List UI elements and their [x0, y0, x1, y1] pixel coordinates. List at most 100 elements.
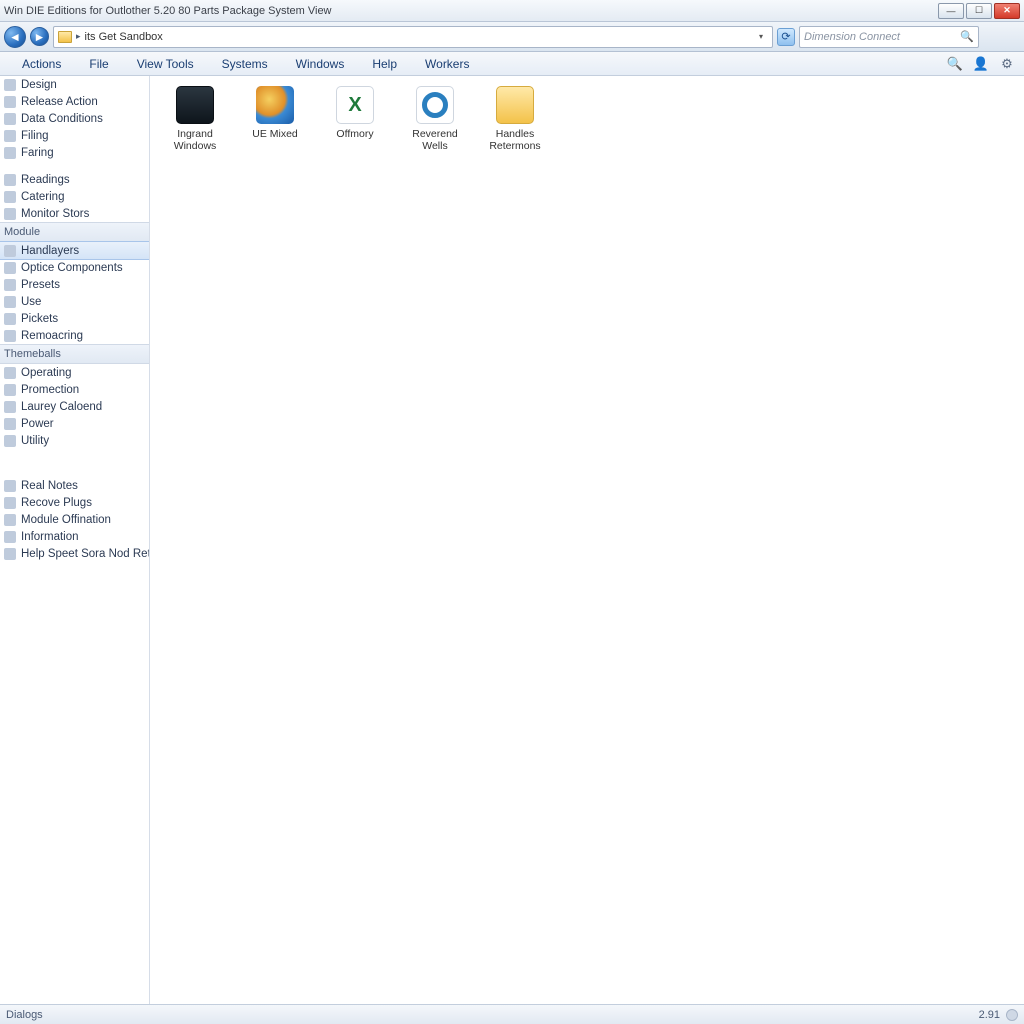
app-launcher-item[interactable]: ReverendWells: [402, 86, 468, 152]
sidebar-item-label: Real Notes: [21, 480, 78, 492]
sidebar-item[interactable]: Laurey Caloend: [0, 398, 149, 415]
sidebar-item[interactable]: Module Offination: [0, 511, 149, 528]
search-icon: 🔍: [960, 30, 974, 43]
address-dropdown-icon[interactable]: ▾: [754, 27, 768, 47]
search-placeholder: Dimension Connect: [804, 31, 900, 43]
sidebar-item-icon: [4, 191, 16, 203]
app-globe-icon: [256, 86, 294, 124]
search-input[interactable]: Dimension Connect 🔍: [799, 26, 979, 48]
menu-help[interactable]: Help: [358, 52, 411, 75]
refresh-button[interactable]: ⟳: [777, 28, 795, 46]
app-launcher-item[interactable]: HandlesRetermons: [482, 86, 548, 152]
minimize-button[interactable]: —: [938, 3, 964, 19]
address-path: its Get Sandbox: [85, 31, 163, 43]
sidebar-item-icon: [4, 367, 16, 379]
sidebar-item-label: Utility: [21, 435, 49, 447]
status-right: 2.91: [979, 1009, 1000, 1021]
app-excel-icon: [336, 86, 374, 124]
window-title: Win DIE Editions for Outlother 5.20 80 P…: [4, 5, 938, 17]
toolbar-search-icon[interactable]: 🔍: [946, 55, 964, 73]
sidebar-item[interactable]: Handlayers: [0, 241, 149, 260]
sidebar-item-label: Information: [21, 531, 79, 543]
menu-systems[interactable]: Systems: [208, 52, 282, 75]
sidebar-item-label: Handlayers: [21, 245, 79, 257]
app-label: Windows: [174, 140, 217, 152]
sidebar-item-icon: [4, 480, 16, 492]
sidebar-section-header: Themeballs: [0, 344, 149, 364]
sidebar-item-label: Power: [21, 418, 54, 430]
sidebar-item-icon: [4, 262, 16, 274]
chevron-right-icon: ▸: [76, 31, 81, 42]
folder-icon: [58, 31, 72, 43]
menu-bar: Actions File View Tools Systems Windows …: [0, 52, 1024, 76]
close-button[interactable]: ✕: [994, 3, 1020, 19]
sidebar-item-icon: [4, 514, 16, 526]
back-button[interactable]: ◄: [4, 26, 26, 48]
sidebar-item-icon: [4, 384, 16, 396]
sidebar-item[interactable]: Presets: [0, 276, 149, 293]
sidebar-item-icon: [4, 296, 16, 308]
sidebar-item-icon: [4, 435, 16, 447]
status-left: Dialogs: [6, 1009, 43, 1021]
sidebar-item[interactable]: Optice Components: [0, 259, 149, 276]
sidebar-item[interactable]: Pickets: [0, 310, 149, 327]
menu-view-tools[interactable]: View Tools: [123, 52, 208, 75]
sidebar-item-label: Pickets: [21, 313, 58, 325]
menu-file[interactable]: File: [75, 52, 122, 75]
app-launcher-item[interactable]: UE Mixed: [242, 86, 308, 152]
sidebar-item[interactable]: Utility: [0, 432, 149, 449]
sidebar-item[interactable]: Design: [0, 76, 149, 93]
sidebar-item[interactable]: Remoacring: [0, 327, 149, 344]
sidebar-item-icon: [4, 497, 16, 509]
sidebar-item-label: Data Conditions: [21, 113, 103, 125]
sidebar-item-label: Release Action: [21, 96, 98, 108]
sidebar-item-icon: [4, 313, 16, 325]
sidebar-item[interactable]: Real Notes: [0, 477, 149, 494]
back-arrow-icon: ◄: [9, 30, 21, 44]
sidebar-item-label: Recove Plugs: [21, 497, 92, 509]
sidebar: Design Release Action Data Conditions Filin…: [0, 76, 150, 1004]
refresh-icon: ⟳: [781, 30, 790, 43]
content-pane: IngrandWindowsUE MixedOffmoryReverendWel…: [150, 76, 1024, 1004]
sidebar-item[interactable]: Catering: [0, 188, 149, 205]
sidebar-item-icon: [4, 245, 16, 257]
sidebar-item[interactable]: Use: [0, 293, 149, 310]
sidebar-item[interactable]: Release Action: [0, 93, 149, 110]
sidebar-item[interactable]: Faring: [0, 144, 149, 161]
menu-windows[interactable]: Windows: [282, 52, 359, 75]
sidebar-item-icon: [4, 548, 16, 560]
sidebar-item[interactable]: Filing: [0, 127, 149, 144]
sidebar-item-label: Promection: [21, 384, 79, 396]
address-bar[interactable]: ▸ its Get Sandbox ▾: [53, 26, 773, 48]
sidebar-item-icon: [4, 279, 16, 291]
maximize-button[interactable]: ☐: [966, 3, 992, 19]
sidebar-item-icon: [4, 113, 16, 125]
sidebar-item[interactable]: Help Speet Sora Nod Retention: [0, 545, 149, 562]
sidebar-item-icon: [4, 147, 16, 159]
status-bar: Dialogs 2.91: [0, 1004, 1024, 1024]
sidebar-item[interactable]: Promection: [0, 381, 149, 398]
toolbar-gear-icon[interactable]: ⚙: [998, 55, 1016, 73]
sidebar-item-label: Monitor Stors: [21, 208, 89, 220]
sidebar-item[interactable]: Monitor Stors: [0, 205, 149, 222]
app-dark-icon: [176, 86, 214, 124]
sidebar-item-label: Laurey Caloend: [21, 401, 102, 413]
sidebar-item-label: Readings: [21, 174, 70, 186]
sidebar-item-icon: [4, 130, 16, 142]
toolbar-user-icon[interactable]: 👤: [972, 55, 990, 73]
app-label: Retermons: [489, 140, 540, 152]
sidebar-item-label: Catering: [21, 191, 64, 203]
sidebar-item[interactable]: Power: [0, 415, 149, 432]
app-launcher-item[interactable]: Offmory: [322, 86, 388, 152]
sidebar-item[interactable]: Information: [0, 528, 149, 545]
menu-workers[interactable]: Workers: [411, 52, 483, 75]
sidebar-item[interactable]: Readings: [0, 171, 149, 188]
sidebar-item[interactable]: Recove Plugs: [0, 494, 149, 511]
menu-actions[interactable]: Actions: [8, 52, 75, 75]
app-launcher-item[interactable]: IngrandWindows: [162, 86, 228, 152]
forward-button[interactable]: ►: [30, 27, 49, 46]
sidebar-item[interactable]: Data Conditions: [0, 110, 149, 127]
status-indicator-icon: [1006, 1009, 1018, 1021]
sidebar-item[interactable]: Operating: [0, 364, 149, 381]
forward-arrow-icon: ►: [34, 30, 46, 44]
